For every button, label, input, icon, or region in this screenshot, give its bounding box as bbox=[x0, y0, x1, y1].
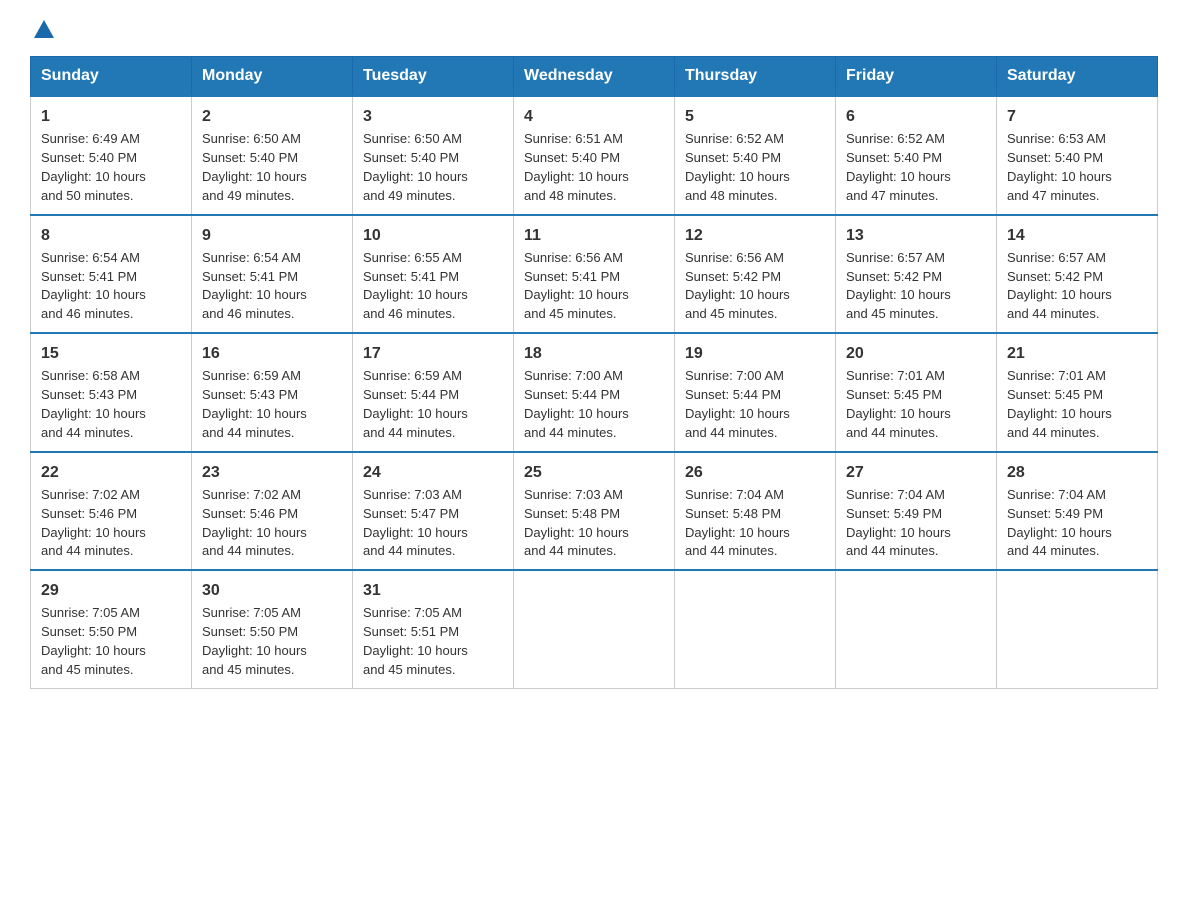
day-number: 2 bbox=[202, 105, 342, 128]
empty-cell bbox=[836, 570, 997, 688]
calendar-day-cell: 18Sunrise: 7:00 AMSunset: 5:44 PMDayligh… bbox=[514, 333, 675, 452]
day-number: 12 bbox=[685, 224, 825, 247]
calendar-day-cell: 13Sunrise: 6:57 AMSunset: 5:42 PMDayligh… bbox=[836, 215, 997, 334]
calendar-day-cell: 16Sunrise: 6:59 AMSunset: 5:43 PMDayligh… bbox=[192, 333, 353, 452]
calendar-day-cell: 11Sunrise: 6:56 AMSunset: 5:41 PMDayligh… bbox=[514, 215, 675, 334]
day-number: 13 bbox=[846, 224, 986, 247]
calendar-day-cell: 23Sunrise: 7:02 AMSunset: 5:46 PMDayligh… bbox=[192, 452, 353, 571]
header-wednesday: Wednesday bbox=[514, 57, 675, 97]
day-number: 4 bbox=[524, 105, 664, 128]
day-number: 22 bbox=[41, 461, 181, 484]
calendar-week-row: 15Sunrise: 6:58 AMSunset: 5:43 PMDayligh… bbox=[31, 333, 1158, 452]
calendar-week-row: 29Sunrise: 7:05 AMSunset: 5:50 PMDayligh… bbox=[31, 570, 1158, 688]
day-number: 18 bbox=[524, 342, 664, 365]
calendar-day-cell: 5Sunrise: 6:52 AMSunset: 5:40 PMDaylight… bbox=[675, 96, 836, 215]
day-number: 6 bbox=[846, 105, 986, 128]
calendar-day-cell: 12Sunrise: 6:56 AMSunset: 5:42 PMDayligh… bbox=[675, 215, 836, 334]
calendar-day-cell: 14Sunrise: 6:57 AMSunset: 5:42 PMDayligh… bbox=[997, 215, 1158, 334]
calendar-day-cell: 29Sunrise: 7:05 AMSunset: 5:50 PMDayligh… bbox=[31, 570, 192, 688]
day-number: 25 bbox=[524, 461, 664, 484]
day-number: 1 bbox=[41, 105, 181, 128]
day-number: 3 bbox=[363, 105, 503, 128]
calendar-day-cell: 25Sunrise: 7:03 AMSunset: 5:48 PMDayligh… bbox=[514, 452, 675, 571]
day-number: 30 bbox=[202, 579, 342, 602]
calendar-day-cell: 17Sunrise: 6:59 AMSunset: 5:44 PMDayligh… bbox=[353, 333, 514, 452]
calendar-day-cell: 8Sunrise: 6:54 AMSunset: 5:41 PMDaylight… bbox=[31, 215, 192, 334]
empty-cell bbox=[514, 570, 675, 688]
calendar-day-cell: 3Sunrise: 6:50 AMSunset: 5:40 PMDaylight… bbox=[353, 96, 514, 215]
header-sunday: Sunday bbox=[31, 57, 192, 97]
calendar-day-cell: 4Sunrise: 6:51 AMSunset: 5:40 PMDaylight… bbox=[514, 96, 675, 215]
day-number: 23 bbox=[202, 461, 342, 484]
empty-cell bbox=[997, 570, 1158, 688]
calendar-week-row: 22Sunrise: 7:02 AMSunset: 5:46 PMDayligh… bbox=[31, 452, 1158, 571]
day-number: 26 bbox=[685, 461, 825, 484]
day-number: 24 bbox=[363, 461, 503, 484]
calendar-day-cell: 22Sunrise: 7:02 AMSunset: 5:46 PMDayligh… bbox=[31, 452, 192, 571]
calendar-day-cell: 15Sunrise: 6:58 AMSunset: 5:43 PMDayligh… bbox=[31, 333, 192, 452]
calendar-day-cell: 19Sunrise: 7:00 AMSunset: 5:44 PMDayligh… bbox=[675, 333, 836, 452]
header-tuesday: Tuesday bbox=[353, 57, 514, 97]
header-friday: Friday bbox=[836, 57, 997, 97]
calendar-table: SundayMondayTuesdayWednesdayThursdayFrid… bbox=[30, 56, 1158, 689]
header-thursday: Thursday bbox=[675, 57, 836, 97]
calendar-day-cell: 30Sunrise: 7:05 AMSunset: 5:50 PMDayligh… bbox=[192, 570, 353, 688]
calendar-week-row: 8Sunrise: 6:54 AMSunset: 5:41 PMDaylight… bbox=[31, 215, 1158, 334]
logo-text bbox=[30, 20, 54, 40]
calendar-day-cell: 10Sunrise: 6:55 AMSunset: 5:41 PMDayligh… bbox=[353, 215, 514, 334]
day-number: 5 bbox=[685, 105, 825, 128]
logo-triangle-icon bbox=[34, 20, 54, 38]
day-number: 31 bbox=[363, 579, 503, 602]
page-header bbox=[30, 20, 1158, 36]
logo bbox=[30, 20, 54, 36]
day-number: 7 bbox=[1007, 105, 1147, 128]
header-monday: Monday bbox=[192, 57, 353, 97]
calendar-day-cell: 9Sunrise: 6:54 AMSunset: 5:41 PMDaylight… bbox=[192, 215, 353, 334]
day-number: 17 bbox=[363, 342, 503, 365]
calendar-week-row: 1Sunrise: 6:49 AMSunset: 5:40 PMDaylight… bbox=[31, 96, 1158, 215]
day-number: 16 bbox=[202, 342, 342, 365]
calendar-day-cell: 28Sunrise: 7:04 AMSunset: 5:49 PMDayligh… bbox=[997, 452, 1158, 571]
day-number: 9 bbox=[202, 224, 342, 247]
calendar-day-cell: 26Sunrise: 7:04 AMSunset: 5:48 PMDayligh… bbox=[675, 452, 836, 571]
day-number: 11 bbox=[524, 224, 664, 247]
day-number: 15 bbox=[41, 342, 181, 365]
day-number: 10 bbox=[363, 224, 503, 247]
calendar-day-cell: 21Sunrise: 7:01 AMSunset: 5:45 PMDayligh… bbox=[997, 333, 1158, 452]
day-number: 20 bbox=[846, 342, 986, 365]
calendar-day-cell: 24Sunrise: 7:03 AMSunset: 5:47 PMDayligh… bbox=[353, 452, 514, 571]
day-number: 8 bbox=[41, 224, 181, 247]
calendar-day-cell: 31Sunrise: 7:05 AMSunset: 5:51 PMDayligh… bbox=[353, 570, 514, 688]
calendar-day-cell: 6Sunrise: 6:52 AMSunset: 5:40 PMDaylight… bbox=[836, 96, 997, 215]
day-number: 28 bbox=[1007, 461, 1147, 484]
calendar-day-cell: 2Sunrise: 6:50 AMSunset: 5:40 PMDaylight… bbox=[192, 96, 353, 215]
empty-cell bbox=[675, 570, 836, 688]
header-saturday: Saturday bbox=[997, 57, 1158, 97]
calendar-day-cell: 20Sunrise: 7:01 AMSunset: 5:45 PMDayligh… bbox=[836, 333, 997, 452]
day-number: 27 bbox=[846, 461, 986, 484]
calendar-day-cell: 27Sunrise: 7:04 AMSunset: 5:49 PMDayligh… bbox=[836, 452, 997, 571]
day-number: 21 bbox=[1007, 342, 1147, 365]
day-number: 14 bbox=[1007, 224, 1147, 247]
day-number: 29 bbox=[41, 579, 181, 602]
day-number: 19 bbox=[685, 342, 825, 365]
calendar-day-cell: 7Sunrise: 6:53 AMSunset: 5:40 PMDaylight… bbox=[997, 96, 1158, 215]
calendar-header-row: SundayMondayTuesdayWednesdayThursdayFrid… bbox=[31, 57, 1158, 97]
calendar-day-cell: 1Sunrise: 6:49 AMSunset: 5:40 PMDaylight… bbox=[31, 96, 192, 215]
